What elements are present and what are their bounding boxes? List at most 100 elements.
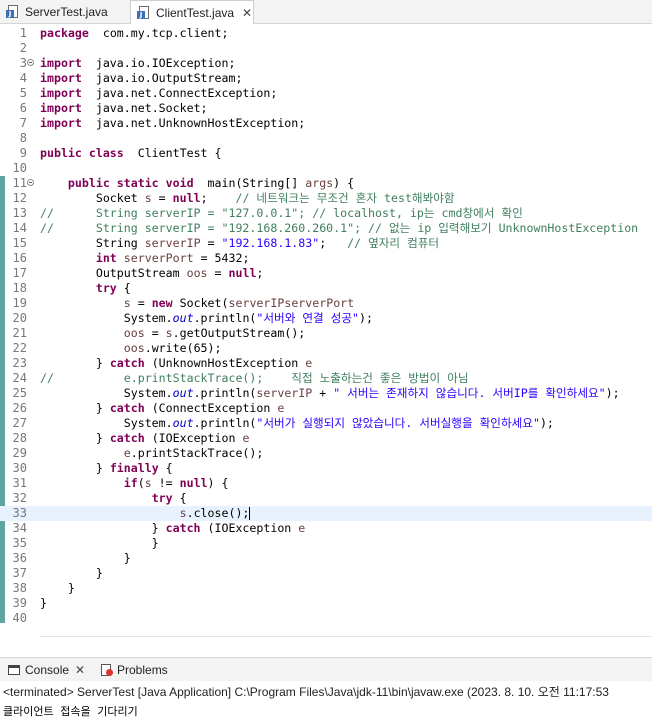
code-line[interactable]: 3 import java.io.IOException; — [0, 56, 652, 71]
code-line[interactable]: 17 OutputStream oos = null; — [0, 266, 652, 281]
line-number: 27 — [12, 416, 27, 430]
line-number: 4 — [19, 71, 27, 85]
code-text: System.out.println("서버가 실행되지 않았습니다. 서버실행… — [40, 416, 554, 430]
line-number: 10 — [12, 161, 27, 175]
line-number: 7 — [19, 116, 27, 130]
code-text: } finally { — [40, 461, 173, 475]
problems-icon — [100, 664, 113, 676]
line-number: 8 — [19, 131, 27, 145]
close-icon[interactable]: ✕ — [75, 663, 85, 677]
console-status: <terminated> ServerTest [Java Applicatio… — [3, 685, 609, 699]
line-number: 2 — [19, 41, 27, 55]
line-number: 30 — [12, 461, 27, 475]
code-text: import java.io.IOException; — [40, 56, 236, 70]
code-line[interactable]: 39} — [0, 596, 652, 611]
code-line[interactable]: 8 — [0, 131, 652, 146]
code-line[interactable]: 14 // String serverIP = "192.168.260.260.… — [0, 221, 652, 236]
code-line[interactable]: 23 } catch (UnknownHostException e — [0, 356, 652, 371]
code-line[interactable]: 12 Socket s = null; // 네트워크는 무조건 혼자 test… — [0, 191, 652, 206]
fold-collapse-icon[interactable] — [27, 179, 34, 186]
code-line[interactable]: 19 s = new Socket(serverIPserverPort — [0, 296, 652, 311]
tab-clienttest[interactable]: J ClientTest.java ✕ — [130, 0, 254, 25]
line-number: 36 — [12, 551, 27, 565]
code-line[interactable]: 10 — [0, 161, 652, 176]
line-number: 24 — [12, 371, 27, 385]
code-line[interactable]: 37 } — [0, 566, 652, 581]
console-output[interactable]: <terminated> ServerTest [Java Applicatio… — [0, 681, 652, 723]
code-line[interactable]: 31 if(s != null) { — [0, 476, 652, 491]
code-line[interactable]: 9 public class ClientTest { — [0, 146, 652, 161]
code-line[interactable]: 30 } finally { — [0, 461, 652, 476]
line-number: 26 — [12, 401, 27, 415]
code-text: try { — [151, 491, 187, 505]
line-number: 33 — [12, 506, 27, 520]
code-line[interactable]: 26 } catch (ConnectException e — [0, 401, 652, 416]
code-line[interactable]: 35 } — [0, 536, 652, 551]
tab-label: Console — [25, 663, 70, 677]
code-text: oos.write(65); — [123, 341, 222, 355]
code-line[interactable]: 32 try { — [0, 491, 652, 506]
tab-label: Problems — [117, 663, 168, 677]
line-number: 22 — [12, 341, 27, 355]
code-editor[interactable]: 1 package com.my.tcp.client; 2 3 import java… — [0, 24, 652, 637]
horizontal-scrollbar[interactable]: < — [40, 635, 652, 637]
code-line[interactable]: 1 package com.my.tcp.client; — [0, 26, 652, 41]
code-line[interactable]: 20 System.out.println("서버와 연결 성공"); — [0, 311, 652, 326]
code-line[interactable]: 27 System.out.println("서버가 실행되지 않았습니다. 서… — [0, 416, 652, 431]
tab-problems[interactable]: Problems — [100, 658, 168, 682]
line-number: 11 — [12, 176, 27, 190]
code-text: } — [40, 536, 159, 550]
line-number: 23 — [12, 356, 27, 370]
code-line[interactable]: 40 — [0, 611, 652, 626]
scroll-left-icon[interactable]: < — [42, 635, 48, 637]
fold-collapse-icon[interactable] — [27, 59, 34, 66]
code-line[interactable]: 18 try { — [0, 281, 652, 296]
code-text: public class ClientTest { — [40, 146, 222, 160]
code-line[interactable]: 24 // e.printStackTrace(); 직접 노출하는건 좋은 방법… — [0, 371, 652, 386]
code-text: System.out.println("서버와 연결 성공"); — [40, 311, 373, 325]
code-text: } catch (IOException e — [40, 431, 250, 445]
code-line[interactable]: 11 public static void main(String[] args… — [0, 176, 652, 191]
line-number: 40 — [12, 611, 27, 625]
code-line[interactable]: 5 import java.net.ConnectException; — [0, 86, 652, 101]
code-line[interactable]: 16 int serverPort = 5432; — [0, 251, 652, 266]
code-text: } — [40, 551, 131, 565]
code-text: package com.my.tcp.client; — [40, 26, 229, 40]
code-line[interactable]: 2 — [0, 41, 652, 56]
code-text: s = new Socket(serverIPserverPort — [123, 296, 355, 310]
code-line[interactable]: 28 } catch (IOException e — [0, 431, 652, 446]
code-line[interactable]: 25 System.out.println(serverIP + " 서버는 존… — [0, 386, 652, 401]
code-line[interactable]: 38 } — [0, 581, 652, 596]
line-number: 32 — [12, 491, 27, 505]
tab-servertest[interactable]: J ServerTest.java — [0, 0, 130, 24]
line-number: 29 — [12, 446, 27, 460]
code-text: if(s != null) { — [123, 476, 229, 490]
line-number: 3 — [19, 56, 27, 70]
line-number: 9 — [19, 146, 27, 160]
code-line[interactable]: 29 e.printStackTrace(); — [0, 446, 652, 461]
tab-console[interactable]: Console ✕ — [8, 658, 85, 682]
code-line[interactable]: 6 import java.net.Socket; — [0, 101, 652, 116]
tab-label: ServerTest.java — [25, 5, 108, 19]
code-text: int serverPort = 5432; — [95, 251, 250, 265]
code-line[interactable]: 34 } catch (IOException e — [0, 521, 652, 536]
code-line[interactable]: 33 s.close(); — [0, 506, 652, 521]
code-line[interactable]: 36 } — [0, 551, 652, 566]
code-text: s.close(); — [179, 506, 251, 520]
line-number: 20 — [12, 311, 27, 325]
editor-tab-bar: J ServerTest.java J ClientTest.java ✕ — [0, 0, 652, 25]
code-text: import java.net.Socket; — [40, 101, 208, 115]
line-number: 35 — [12, 536, 27, 550]
view-tab-bar: Console ✕ Problems — [0, 657, 652, 681]
close-icon[interactable]: ✕ — [242, 6, 252, 20]
code-line[interactable]: 22 oos.write(65); — [0, 341, 652, 356]
code-text: } catch (ConnectException e — [40, 401, 285, 415]
code-line[interactable]: 13 // String serverIP = "127.0.0.1"; // l… — [0, 206, 652, 221]
code-line[interactable]: 7 import java.net.UnknownHostException; — [0, 116, 652, 131]
code-line[interactable]: 15 String serverIP = "192.168.1.83"; // … — [0, 236, 652, 251]
line-number: 1 — [19, 26, 27, 40]
code-line[interactable]: 21 oos = s.getOutputStream(); — [0, 326, 652, 341]
code-text: // e.printStackTrace(); 직접 노출하는건 좋은 방법이 … — [40, 371, 469, 385]
code-line[interactable]: 4 import java.io.OutputStream; — [0, 71, 652, 86]
code-text: } catch (IOException e — [40, 521, 306, 535]
